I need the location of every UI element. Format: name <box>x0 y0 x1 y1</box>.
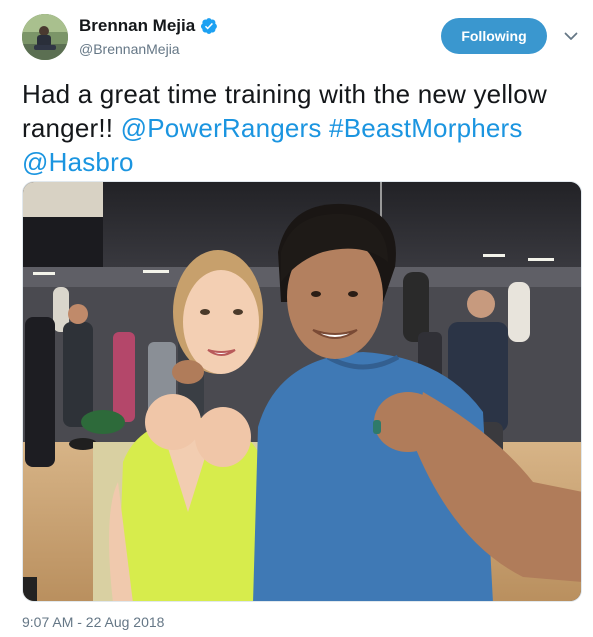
author-display-name[interactable]: Brennan Mejia <box>79 16 195 36</box>
tweet-text-space <box>322 113 329 143</box>
chevron-down-icon[interactable] <box>563 28 579 44</box>
author-name-row[interactable]: Brennan Mejia <box>79 16 218 36</box>
hashtag-link-beastmorphers[interactable]: #BeastMorphers <box>329 113 523 143</box>
mention-link-powerrangers[interactable]: @PowerRangers <box>121 113 322 143</box>
author-handle[interactable]: @BrennanMejia <box>79 40 180 58</box>
tweet-photo[interactable] <box>22 181 582 602</box>
tweet-text: Had a great time training with the new y… <box>22 77 582 179</box>
following-button[interactable]: Following <box>441 18 547 54</box>
tweet-timestamp[interactable]: 9:07 AM - 22 Aug 2018 <box>22 613 164 631</box>
mention-link-hasbro[interactable]: @Hasbro <box>22 147 134 177</box>
verified-badge-icon <box>201 18 218 34</box>
author-avatar[interactable] <box>22 14 68 60</box>
